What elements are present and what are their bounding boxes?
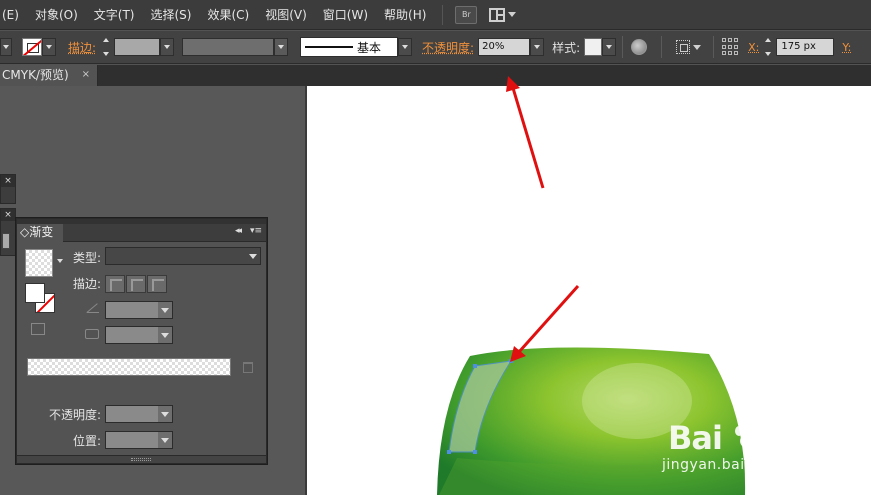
reverse-gradient-icon[interactable]: [31, 323, 45, 335]
stroke-label: 描边:: [73, 277, 102, 291]
arrow-to-opacity: [511, 87, 545, 189]
tab-gradient-label: 渐变: [29, 225, 54, 239]
collapse-panel-icon[interactable]: ◂◂: [235, 226, 242, 236]
collapsed-panel-top[interactable]: ×: [0, 174, 16, 204]
arrowhead: [506, 76, 520, 92]
aspect-ratio-icon: [85, 329, 99, 339]
type-label: 类型:: [73, 251, 102, 265]
gradient-type-select[interactable]: [105, 247, 261, 265]
fill-swatch[interactable]: [25, 283, 45, 303]
gradient-panel: ◇渐变 ◂◂ ▾≡ 类型: 描边: 不透明度: 位置:: [16, 218, 267, 464]
panel-tab-row: ◇渐变 ◂◂ ▾≡: [17, 224, 266, 242]
panel-bottom-bar: [17, 455, 266, 463]
gradient-swatch[interactable]: [25, 249, 53, 277]
chevron-down-icon: [249, 254, 257, 259]
close-icon[interactable]: ×: [1, 209, 15, 221]
opacity-label: 不透明度:: [49, 408, 102, 422]
collapsed-panel-middle[interactable]: ×: [0, 208, 16, 256]
stroke-gradient-buttons: [105, 275, 168, 293]
arrow-to-shape: [517, 285, 580, 353]
aspect-ratio-select[interactable]: [105, 326, 173, 344]
chevron-down-icon[interactable]: [57, 259, 63, 263]
fill-stroke-swatches[interactable]: [25, 283, 57, 315]
close-icon[interactable]: ×: [1, 175, 15, 187]
gradient-slider[interactable]: [27, 358, 231, 376]
panel-menu-icon[interactable]: ▾≡: [250, 226, 262, 236]
chevron-down-icon: [161, 438, 169, 443]
chevron-down-icon: [161, 333, 169, 338]
watermark-logo-text: Bai: [668, 419, 723, 457]
resize-grip-icon[interactable]: [131, 458, 151, 461]
stop-location-select[interactable]: [105, 431, 173, 449]
chevron-down-icon: [161, 308, 169, 313]
stroke-within-button[interactable]: [105, 275, 125, 293]
angle-icon: [87, 303, 99, 313]
stop-opacity-select[interactable]: [105, 405, 173, 423]
angle-select[interactable]: [105, 301, 173, 319]
watermark-url: jingyan.baidu.com: [662, 457, 800, 473]
stroke-along-button[interactable]: [126, 275, 146, 293]
chevron-down-icon: [161, 412, 169, 417]
watermark-jingyan-text: 经验: [768, 427, 821, 457]
trash-icon[interactable]: [243, 362, 253, 373]
panel-swatch-icon: [2, 233, 10, 249]
paw-icon: [735, 420, 764, 449]
location-label: 位置:: [73, 434, 102, 448]
stroke-across-button[interactable]: [147, 275, 167, 293]
tab-gradient[interactable]: ◇渐变: [17, 224, 63, 242]
